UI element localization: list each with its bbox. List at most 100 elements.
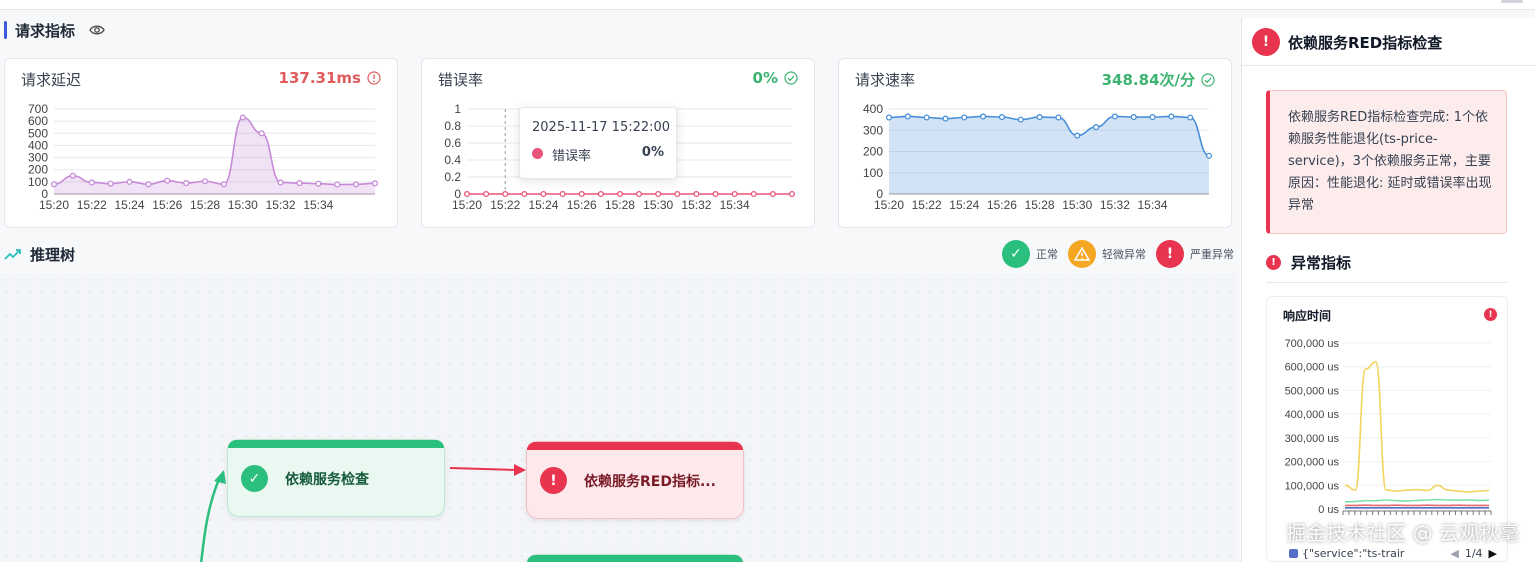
data-point [923,114,930,121]
data-point [88,179,95,186]
info-circle-icon [367,71,381,85]
data-point [712,190,719,198]
section-accent-bar [4,21,7,39]
data-point [483,190,490,198]
request-rate-card[interactable]: 请求速率 348.84次/分 0 100 200 300 400 15:20 15:22 15… [838,58,1232,228]
pager-text: 1/4 [1464,547,1483,560]
y-tick-label: 100 [28,175,48,189]
x-tick-label: 15:34 [1138,198,1168,212]
y-tick-label: 500,000 us [1285,385,1340,397]
panel-header: ! 依赖服务RED指标检查 [1242,18,1535,66]
legend-label: 正常 [1036,248,1058,261]
x-tick-label: 15:32 [1100,198,1130,212]
y-tick-label: 100 [863,166,883,180]
summary-alert: 依赖服务RED指标检查完成: 1个依赖服务性能退化(ts-price-servi… [1266,90,1507,234]
section-title: 请求指标 [15,21,76,40]
data-point [277,179,284,186]
data-point [1205,152,1213,159]
request-rate-chart[interactable]: 010020030040015:20 15:22 15:24 15:26 15:28 15… [839,95,1231,225]
data-point [463,190,471,198]
x-tick-label: 15:26 [152,198,182,212]
data-point [371,180,379,187]
panel-title: 依赖服务RED指标检查 [1288,34,1443,52]
exclaim-icon: ! [1266,255,1281,270]
data-point [202,178,209,185]
data-point [296,180,303,187]
data-point [220,181,227,188]
latency-chart[interactable]: 010020030040050060070015:20 15:22 15:24 15:… [5,95,397,225]
tree-canvas[interactable]: ✓ 依赖服务检查 ! 依赖服务RED指标... [0,274,1236,562]
main-area: 请求指标 请求延迟 137.31ms 0 100 200 300 400 500 600 70… [0,10,1240,562]
data-point [50,181,58,188]
exclaim-icon: ! [1484,308,1497,321]
status-legend: ✓ 正常 轻微异常 ! 严重异常 [1002,240,1234,268]
tooltip-series-label: 错误率 [552,149,592,164]
tooltip-value: 0% [641,145,664,160]
node-status-bar [527,442,743,450]
data-point [183,180,190,187]
node-red-check[interactable]: ! 依赖服务RED指标... [526,441,744,519]
x-tick-label: 15:20 [874,198,904,212]
x-tick-label: 15:20 [452,198,482,212]
anomaly-title: 异常指标 [1291,254,1352,272]
node-partial[interactable] [526,554,744,562]
y-tick-label: 0.4 [444,153,461,167]
y-tick-label: 200,000 us [1285,457,1340,469]
data-point [674,190,681,198]
legend-series-label: {"service":"ts-trair [1302,547,1405,560]
series-area [889,116,1209,194]
data-point [1130,114,1137,121]
eye-icon[interactable] [89,22,105,38]
x-tick-label: 15:34 [720,198,750,212]
y-tick-label: 400 [28,138,48,152]
window-handle[interactable] [1501,0,1523,3]
data-point [315,180,322,187]
watermark: 掘金技术社区 @ 云观秋毫 [1286,521,1519,545]
card-title: 请求速率 [855,71,916,89]
data-point [145,181,152,188]
data-point [1036,114,1043,121]
y-tick-label: 500 [28,126,48,140]
node-label: 依赖服务检查 [285,472,369,488]
x-tick-label: 15:24 [949,198,979,212]
node-dependency-check[interactable]: ✓ 依赖服务检查 [227,439,445,517]
data-point [107,180,114,187]
data-point [164,177,171,184]
check-icon: ✓ [1002,240,1030,268]
latency-card[interactable]: 请求延迟 137.31ms 0 100 200 300 400 500 600 700 15:2… [4,58,398,228]
data-point [655,190,662,198]
top-bar [0,0,1535,10]
exclaim-icon: ! [1156,240,1184,268]
node-status-bar [228,440,444,448]
data-point [334,181,341,188]
data-point [521,190,528,198]
tree-title: 推理树 [30,245,76,264]
response-time-chart[interactable]: 0 us 100,000 us 200,000 us 300,000 us 400,00… [1267,333,1509,543]
section-reasoning-tree: 推理树 [4,243,75,265]
metric-legend[interactable]: {"service":"ts-trair [1289,547,1404,560]
x-tick-label: 15:22 [912,198,942,212]
x-tick-label: 15:30 [228,198,258,212]
y-tick-label: 100,000 us [1285,480,1340,492]
data-point [998,114,1005,121]
data-point [502,190,509,198]
pager-next-icon[interactable]: ▶ [1489,547,1497,560]
x-tick-label: 15:34 [303,198,333,212]
y-tick-label: 700 [28,102,48,116]
check-icon: ✓ [241,465,268,492]
x-tick-label: 15:20 [39,198,69,212]
data-point [636,190,643,198]
y-tick-label: 300 [28,151,48,165]
y-tick-label: 200 [863,145,883,159]
pager-prev-icon[interactable]: ◀ [1450,547,1458,560]
chart-tooltip: 2025-11-17 15:22:00 错误率 0% [519,107,677,179]
card-value: 0% [753,69,798,87]
card-value: 348.84次/分 [1102,69,1215,90]
x-tick-label: 15:28 [190,198,220,212]
card-title: 错误率 [438,71,484,89]
x-tick-label: 15:28 [605,198,635,212]
legend-minor: 轻微异常 [1068,240,1146,268]
legend-severe: ! 严重异常 [1156,240,1234,268]
data-point [980,113,987,120]
trend-up-icon [4,249,21,260]
